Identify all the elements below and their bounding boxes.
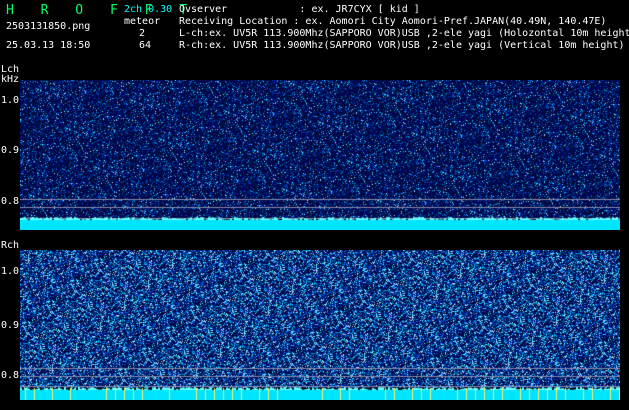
lch-tick-0-8: 0.8 bbox=[1, 196, 20, 207]
filename: 2503131850.png bbox=[6, 21, 91, 32]
rch-config-line: R-ch:ex. UV5R 113.900Mhz(SAPPORO VOR)USB… bbox=[179, 40, 625, 51]
datetime: 25.03.13 18:50 bbox=[6, 40, 91, 51]
rch-meteor-count: 64 bbox=[139, 40, 152, 51]
location-line: Receiving Location : ex. Aomori City Aom… bbox=[179, 16, 607, 27]
rch-tick-0-9: 0.9 bbox=[1, 320, 20, 331]
rch-label: Rch bbox=[1, 240, 20, 251]
rch-spectrogram bbox=[20, 250, 620, 400]
version-label: 2ch 0.30 bbox=[124, 4, 173, 15]
observer-line: Ovserver : ex. JR7CYX [ kid ] bbox=[179, 4, 420, 15]
lch-unit: kHz bbox=[1, 74, 20, 85]
rch-tick-0-8: 0.8 bbox=[1, 370, 20, 381]
rch-tick-1-0: 1.0 bbox=[1, 266, 20, 277]
meteor-label: meteor bbox=[124, 16, 161, 27]
lch-meteor-count: 2 bbox=[139, 28, 146, 39]
lch-config-line: L-ch:ex. UV5R 113.900Mhz(SAPPORO VOR)USB… bbox=[179, 28, 629, 39]
lch-tick-0-9: 0.9 bbox=[1, 145, 20, 156]
lch-spectrogram bbox=[20, 80, 620, 230]
lch-tick-1-0: 1.0 bbox=[1, 95, 20, 106]
